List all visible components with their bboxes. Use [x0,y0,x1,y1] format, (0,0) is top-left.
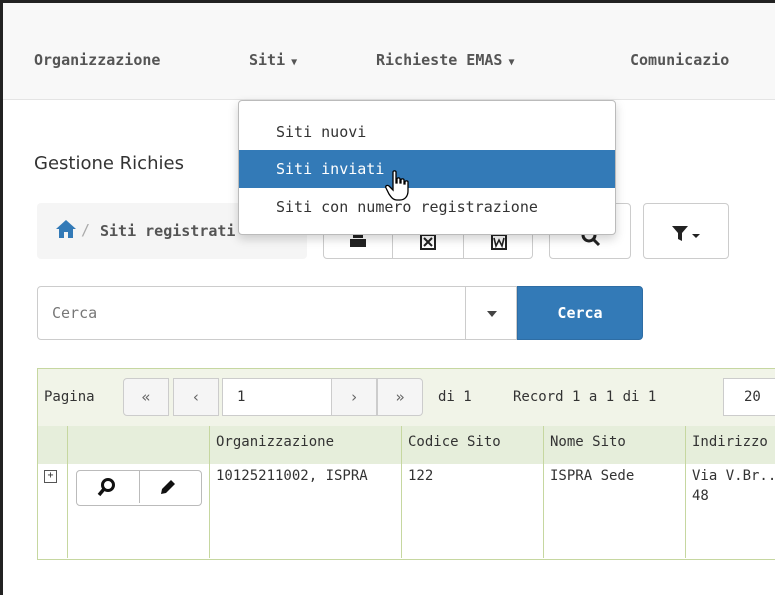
actions-cell [68,464,210,558]
header-nome-sito[interactable]: Nome Sito [544,426,686,464]
search-input[interactable] [37,286,466,340]
header-indirizzo[interactable]: Indirizzo [686,426,775,464]
menu-item-siti-nuovi[interactable]: Siti nuovi [239,113,615,151]
search-bar: Cerca [37,286,643,340]
caret-down-icon: ▼ [291,57,298,68]
nav-comunicazioni[interactable]: Comunicazio [630,51,729,69]
cell-indirizzo: Via V.Br... 48 [692,468,775,504]
edit-button[interactable] [139,471,201,503]
header-organizzazione[interactable]: Organizzazione [210,426,402,464]
filter-icon [672,226,700,241]
app-window: Organizzazione Siti ▼ Richieste EMAS ▼ Com… [0,0,775,595]
cell-nome-sito: ISPRA Sede [544,464,686,558]
nav-label: Organizzazione [34,51,161,69]
hand-cursor-icon [385,170,409,201]
caret-down-icon: ▼ [508,57,515,68]
search-options-toggle[interactable] [465,286,517,340]
header-actions-cell [68,426,210,464]
nav-label: Siti [249,51,286,69]
pager-total-pages: di 1 [438,389,472,405]
print-icon [350,234,366,247]
expand-row-icon[interactable]: + [44,470,57,483]
pencil-icon [161,480,175,494]
header-expand-cell [38,426,68,464]
table-row: + 10125211002, ISPRA 122 ISPRA Sede Via … [38,464,775,558]
pager-page-label: Pagina [44,389,95,405]
pager-records: Record 1 a 1 di 1 [513,389,657,405]
prev-page-button[interactable]: ‹ [173,378,219,416]
header-codice-sito[interactable]: Codice Sito [402,426,544,464]
cell-organizzazione: 10125211002, ISPRA [210,464,402,558]
nav-siti[interactable]: Siti ▼ [249,51,297,69]
cell-codice-sito: 122 [402,464,544,558]
menu-item-siti-con-numero-registrazione[interactable]: Siti con numero registrazione [239,188,615,226]
nav-richieste-emas[interactable]: Richieste EMAS ▼ [376,51,514,69]
row-actions [76,470,202,506]
caret-down-icon [487,311,497,317]
top-navbar: Organizzazione Siti ▼ Richieste EMAS ▼ Com… [3,3,775,100]
last-page-button[interactable]: » [377,378,423,416]
nav-organizzazione[interactable]: Organizzazione [34,51,160,69]
page-number-input[interactable]: 1 [222,378,332,416]
view-button[interactable] [77,471,140,503]
breadcrumb-current: Siti registrati [100,222,236,240]
grid-pager: Pagina « ‹ 1 › » di 1 Record 1 a 1 di 1 … [38,369,775,427]
next-page-button[interactable]: › [331,378,377,416]
home-icon[interactable] [55,219,77,239]
results-grid: Pagina « ‹ 1 › » di 1 Record 1 a 1 di 1 … [37,368,775,560]
magnifier-icon [97,478,115,497]
first-page-button[interactable]: « [123,378,169,416]
search-button[interactable]: Cerca [517,286,643,340]
siti-dropdown-menu: Siti nuovi Siti inviati Siti con numero … [238,100,616,235]
filter-button[interactable] [643,203,729,259]
page-size-select[interactable]: 20 [723,378,775,416]
excel-icon [420,234,436,250]
page-title: Gestione Richies [34,153,184,174]
nav-label: Comunicazio [630,51,730,69]
grid-header-row: Organizzazione Codice Sito Nome Sito Ind… [38,426,775,465]
word-icon [491,234,507,250]
menu-item-siti-inviati[interactable]: Siti inviati [239,150,615,188]
expand-cell: + [38,464,68,558]
nav-label: Richieste EMAS [376,51,503,69]
breadcrumb-separator: / [81,221,91,239]
